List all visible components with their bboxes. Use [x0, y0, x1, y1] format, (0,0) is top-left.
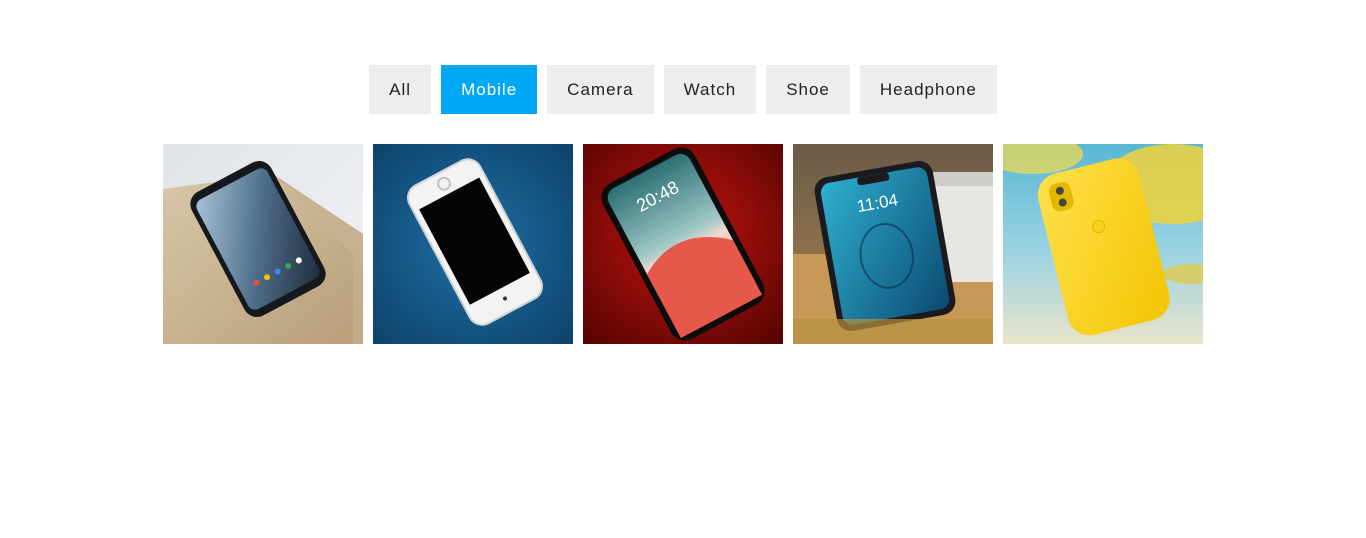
- white-iphone-image: [373, 144, 573, 344]
- yellow-phone-image: [1003, 144, 1203, 344]
- gallery-item-red-lockscreen-phone[interactable]: 20:48: [583, 144, 783, 344]
- android-phone-image: [163, 144, 363, 344]
- gallery-item-white-iphone[interactable]: [373, 144, 573, 344]
- filter-mobile-button[interactable]: Mobile: [441, 65, 538, 114]
- filter-headphone-button[interactable]: Headphone: [859, 65, 997, 114]
- filter-camera-button[interactable]: Camera: [547, 65, 654, 114]
- gallery-item-android-phone[interactable]: [163, 144, 363, 344]
- gallery-item-phone-on-desk[interactable]: 11:04: [793, 144, 993, 344]
- red-lockscreen-phone-image: 20:48: [583, 144, 783, 344]
- filter-watch-button[interactable]: Watch: [663, 65, 757, 114]
- phone-on-desk-image: 11:04: [793, 144, 993, 344]
- gallery-item-yellow-phone[interactable]: [1003, 144, 1203, 344]
- gallery-grid: 20:48 11:04: [163, 144, 1203, 344]
- filter-all-button[interactable]: All: [369, 65, 432, 114]
- filter-shoe-button[interactable]: Shoe: [766, 65, 850, 114]
- filter-bar: All Mobile Camera Watch Shoe Headphone: [0, 65, 1366, 114]
